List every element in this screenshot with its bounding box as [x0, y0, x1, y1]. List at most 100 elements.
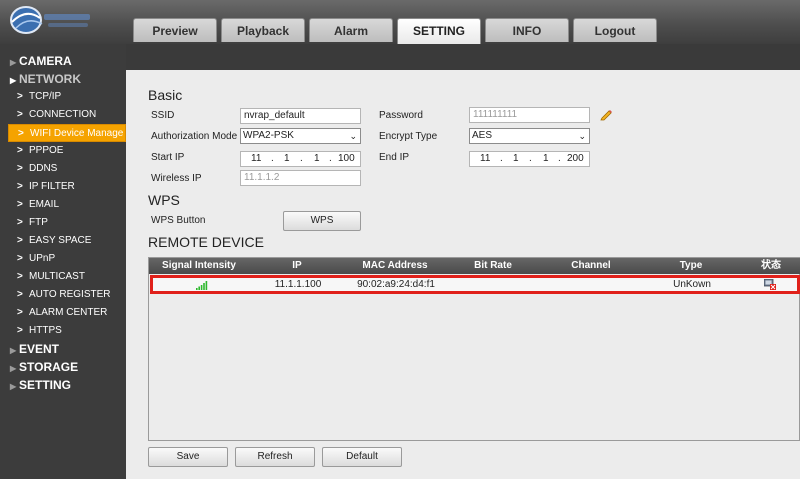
col-signal-intensity: Signal Intensity [162, 260, 236, 271]
cell-ip: 11.1.1.100 [274, 279, 322, 290]
sidebar-item-connection[interactable]: > CONNECTION [0, 106, 126, 124]
sidebar-item-label: ALARM CENTER [29, 307, 108, 318]
tab-playback[interactable]: Playback [221, 18, 305, 42]
ip-separator: . [329, 153, 332, 164]
default-button[interactable]: Default [322, 447, 402, 467]
wps-button-label: WPS Button [151, 215, 206, 226]
sidebar-setting[interactable]: ▶ SETTING [0, 376, 126, 394]
sidebar-label: EVENT [19, 342, 60, 356]
sidebar-item-email[interactable]: > EMAIL [0, 196, 126, 214]
chevron-right-icon: > [17, 145, 23, 156]
sidebar-network[interactable]: ▶ NETWORK [0, 70, 126, 88]
sidebar-label: CAMERA [19, 54, 72, 68]
ip-separator: . [558, 153, 561, 164]
password-input[interactable]: 111111111 [469, 107, 590, 123]
sidebar-storage[interactable]: ▶ STORAGE [0, 358, 126, 376]
chevron-right-icon: > [17, 325, 23, 336]
chevron-right-icon: > [17, 253, 23, 264]
cell-type: UnKown [673, 279, 711, 290]
chevron-right-icon: > [17, 235, 23, 246]
sidebar-label: SETTING [19, 378, 72, 392]
sidebar-item-auto-register[interactable]: > AUTO REGISTER [0, 286, 126, 304]
sidebar-item-label: DDNS [29, 163, 58, 174]
ip-octet: 100 [338, 153, 355, 164]
auth-mode-value: WPA2-PSK [243, 130, 294, 141]
chevron-right-icon: > [17, 271, 23, 282]
encrypt-type-select[interactable]: AES ⌄ [469, 128, 590, 144]
sidebar-item-label: FTP [29, 217, 48, 228]
chevron-right-icon: > [17, 109, 23, 120]
sidebar-item-label: WIFI Device Manage [30, 128, 124, 139]
start-ip-input[interactable]: 11 . 1 . 1 . 100 [240, 151, 361, 167]
section-title-wps: WPS [148, 192, 180, 208]
chevron-right-icon: > [17, 91, 23, 102]
chevron-right-icon: > [17, 217, 23, 228]
sidebar-item-pppoe[interactable]: > PPPOE [0, 142, 126, 160]
tab-logout[interactable]: Logout [573, 18, 657, 42]
sidebar-item-easy-space[interactable]: > EASY SPACE [0, 232, 126, 250]
ip-octet: 1 [284, 153, 290, 164]
sidebar: ▶ CAMERA ▶ NETWORK > TCP/IP > CONNECTION > WI… [0, 44, 126, 479]
sidebar-item-ddns[interactable]: > DDNS [0, 160, 126, 178]
sidebar-item-label: UPnP [29, 253, 56, 264]
arrow-right-icon: ▶ [10, 382, 17, 391]
signal-bars-icon [153, 278, 250, 291]
col-type: Type [679, 260, 703, 271]
wireless-ip-label: Wireless IP [151, 173, 202, 184]
tab-setting[interactable]: SETTING [397, 18, 481, 44]
chevron-down-icon: ⌄ [578, 131, 586, 141]
brand-logo [6, 2, 92, 38]
ip-octet: 11 [480, 153, 491, 164]
sidebar-item-tcpip[interactable]: > TCP/IP [0, 88, 126, 106]
sidebar-item-https[interactable]: > HTTPS [0, 322, 126, 340]
ip-octet: 1 [314, 153, 320, 164]
encrypt-type-label: Encrypt Type [379, 131, 438, 142]
chevron-right-icon: > [17, 289, 23, 300]
refresh-button[interactable]: Refresh [235, 447, 315, 467]
tab-preview[interactable]: Preview [133, 18, 217, 42]
sidebar-item-label: IP FILTER [29, 181, 75, 192]
sidebar-item-label: EMAIL [29, 199, 60, 210]
ip-separator: . [500, 153, 503, 164]
cell-channel [542, 278, 642, 291]
ssid-label: SSID [151, 110, 175, 121]
sidebar-item-label: PPPOE [29, 145, 64, 156]
auth-mode-label: Authorization Mode [151, 131, 238, 142]
end-ip-label: End IP [379, 152, 410, 163]
sidebar-item-ip-filter[interactable]: > IP FILTER [0, 178, 126, 196]
table-header: Signal Intensity IP MAC Address Bit Rate… [149, 258, 800, 274]
password-label: Password [379, 110, 423, 121]
tab-info[interactable]: INFO [485, 18, 569, 42]
sidebar-item-upnp[interactable]: > UPnP [0, 250, 126, 268]
sidebar-item-multicast[interactable]: > MULTICAST [0, 268, 126, 286]
edit-pencil-icon[interactable] [599, 107, 613, 121]
top-bar: Preview Playback Alarm SETTING INFO Logo… [0, 0, 800, 44]
section-title-basic: Basic [148, 87, 183, 103]
auth-mode-select[interactable]: WPA2-PSK ⌄ [240, 128, 361, 144]
col-bit-rate: Bit Rate [474, 260, 512, 271]
start-ip-label: Start IP [151, 152, 185, 163]
sidebar-item-ftp[interactable]: > FTP [0, 214, 126, 232]
save-button[interactable]: Save [148, 447, 228, 467]
ssid-input[interactable]: nvrap_default [240, 108, 361, 124]
wireless-ip-input[interactable]: 11.1.1.2 [240, 170, 361, 186]
sidebar-camera[interactable]: ▶ CAMERA [0, 52, 126, 70]
ip-octet: 1 [513, 153, 519, 164]
encrypt-type-value: AES [472, 130, 493, 141]
ip-octet: 11 [251, 153, 262, 164]
table-row[interactable]: 11.1.1.100 90:02:a9:24:d4:f1 UnKown [150, 275, 800, 294]
sidebar-label: NETWORK [19, 72, 81, 86]
device-status-icon[interactable] [742, 278, 797, 291]
ip-octet: 200 [567, 153, 584, 164]
sidebar-item-wifi-device-manage[interactable]: > WIFI Device Manage [8, 124, 126, 142]
chevron-right-icon: > [17, 199, 23, 210]
end-ip-input[interactable]: 11 . 1 . 1 . 200 [469, 151, 590, 167]
col-mac-address: MAC Address [362, 260, 428, 271]
tab-alarm[interactable]: Alarm [309, 18, 393, 42]
wps-button[interactable]: WPS [283, 211, 361, 231]
chevron-right-icon: > [17, 181, 23, 192]
sidebar-item-alarm-center[interactable]: > ALARM CENTER [0, 304, 126, 322]
sidebar-event[interactable]: ▶ EVENT [0, 340, 126, 358]
sidebar-item-label: MULTICAST [29, 271, 85, 282]
cell-bit-rate [446, 278, 542, 291]
